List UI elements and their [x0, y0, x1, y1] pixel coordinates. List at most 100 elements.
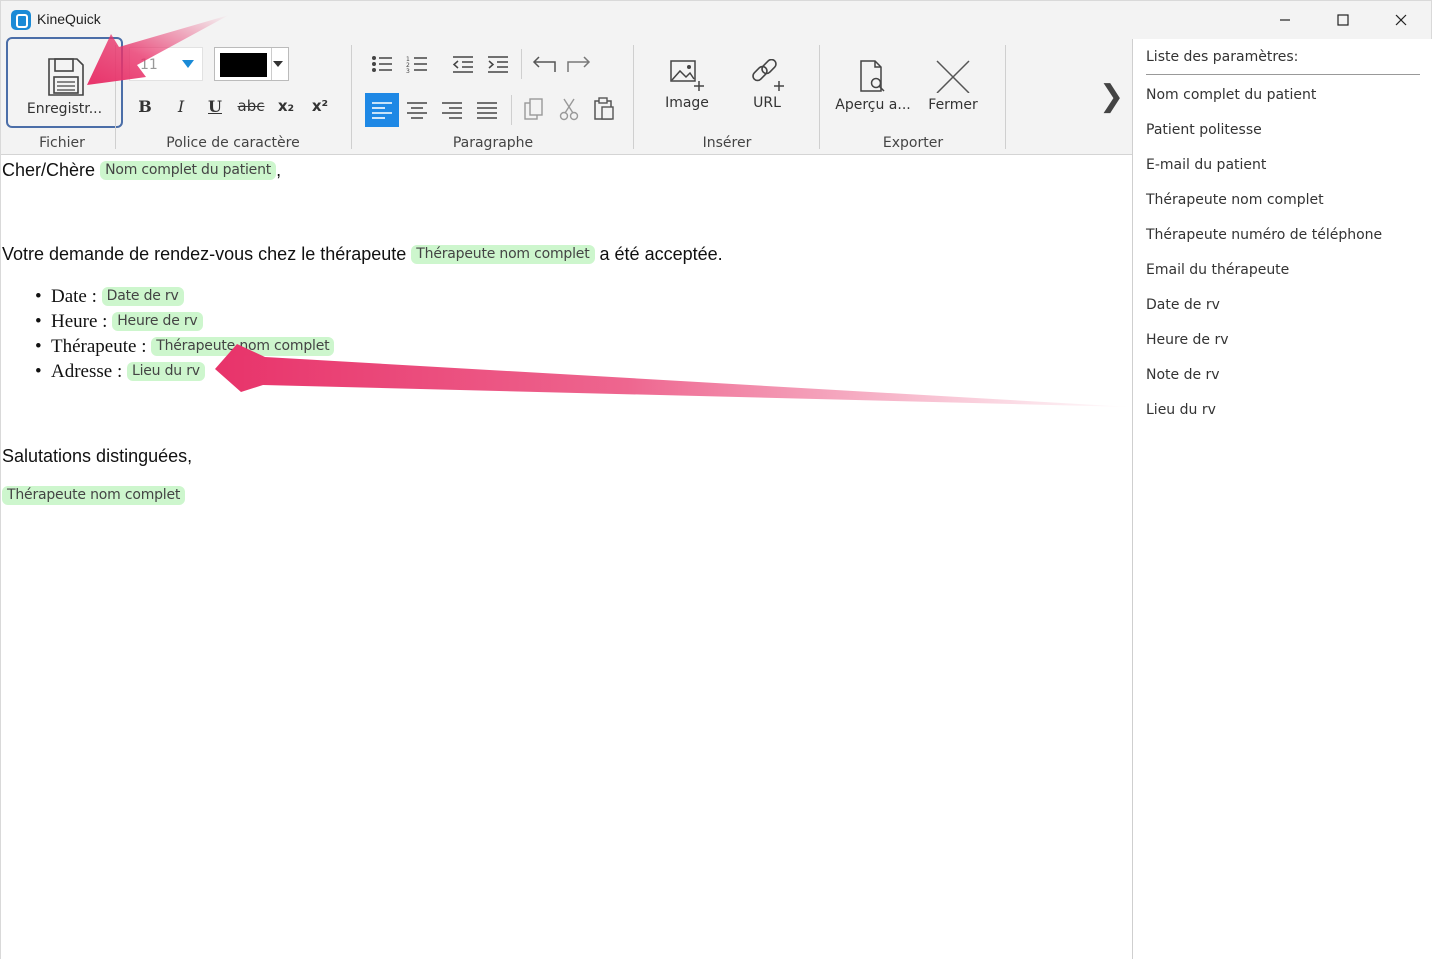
paragraph-signature: Thérapeute nom complet	[2, 485, 186, 506]
redo-icon	[567, 56, 591, 72]
param-item-patient-name[interactable]: Nom complet du patient	[1146, 87, 1316, 103]
param-item-patient-email[interactable]: E-mail du patient	[1146, 157, 1266, 173]
confirmation-text-after: a été acceptée.	[599, 244, 723, 264]
align-right-icon	[442, 102, 462, 119]
chevron-down-icon	[273, 61, 283, 67]
bullet-icon: •	[35, 336, 42, 357]
paragraph-greeting: Cher/Chère Nom complet du patient,	[2, 160, 281, 181]
minimize-button[interactable]	[1256, 1, 1314, 39]
param-tag[interactable]: Lieu du rv	[126, 362, 205, 381]
superscript-button[interactable]: x²	[305, 97, 335, 121]
close-window-button[interactable]	[1372, 1, 1430, 39]
parameters-panel: Liste des paramètres: Nom complet du pat…	[1132, 39, 1432, 959]
param-item-therapist-email[interactable]: Email du thérapeute	[1146, 262, 1289, 278]
list-item-label: Thérapeute :	[51, 336, 147, 357]
confirmation-text-before: Votre demande de rendez-vous chez le thé…	[2, 244, 407, 264]
chevron-down-icon	[182, 60, 194, 68]
param-item-therapist-phone[interactable]: Thérapeute numéro de téléphone	[1146, 227, 1382, 243]
list-item: • Thérapeute : Thérapeute nom complet	[35, 336, 335, 358]
align-justify-button[interactable]	[472, 95, 502, 125]
undo-button[interactable]	[529, 49, 559, 79]
greeting-text: Cher/Chère	[2, 160, 96, 180]
bold-button[interactable]: B	[130, 97, 160, 121]
paste-button[interactable]	[589, 94, 619, 124]
paragraph-closing: Salutations distinguées,	[2, 446, 193, 466]
outdent-icon	[452, 56, 473, 73]
group-label-insert: Insérer	[702, 135, 752, 151]
separator	[1005, 45, 1006, 149]
font-size-select[interactable]: 11	[129, 47, 203, 81]
link-icon	[752, 59, 784, 91]
increase-indent-button[interactable]	[483, 49, 513, 79]
numbered-list-icon: 123	[406, 56, 427, 73]
param-item-therapist-name[interactable]: Thérapeute nom complet	[1146, 192, 1324, 208]
strikethrough-button[interactable]: abc	[233, 97, 269, 121]
italic-button[interactable]: I	[166, 97, 196, 121]
ribbon-toolbar: Enregistr... Fichier 11 B I U abc x₂ x² …	[1, 37, 1132, 155]
align-left-icon	[372, 102, 392, 119]
copy-icon	[524, 98, 543, 120]
preview-button[interactable]: Aperçu a...	[833, 53, 913, 123]
close-document-label: Fermer	[928, 97, 978, 113]
separator	[351, 45, 352, 149]
paragraph-confirmation: Votre demande de rendez-vous chez le thé…	[2, 244, 723, 265]
maximize-icon	[1337, 14, 1349, 26]
param-tag[interactable]: Nom complet du patient	[100, 161, 277, 180]
undo-icon	[532, 56, 556, 72]
param-item-appointment-note[interactable]: Note de rv	[1146, 367, 1220, 383]
group-label-font: Police de caractère	[166, 135, 300, 151]
close-icon	[1395, 14, 1407, 26]
align-left-button[interactable]	[365, 93, 399, 127]
param-item-appointment-date[interactable]: Date de rv	[1146, 297, 1220, 313]
preview-label: Aperçu a...	[835, 97, 911, 113]
image-icon	[670, 60, 704, 91]
font-color-picker[interactable]	[214, 47, 289, 81]
clipboard-icon	[594, 97, 614, 120]
group-label-file: Fichier	[39, 135, 85, 151]
group-label-paragraph: Paragraphe	[452, 135, 534, 151]
ribbon-more-button[interactable]: ❯	[1099, 79, 1124, 114]
align-right-button[interactable]	[437, 95, 467, 125]
param-tag[interactable]: Heure de rv	[112, 312, 203, 331]
cut-button[interactable]	[554, 94, 584, 124]
param-tag[interactable]: Thérapeute nom complet	[2, 486, 186, 505]
print-preview-icon	[860, 60, 885, 92]
list-item: • Date : Date de rv	[35, 286, 184, 308]
greeting-end: ,	[276, 160, 282, 180]
decrease-indent-button[interactable]	[448, 49, 478, 79]
bullet-list-icon	[372, 56, 392, 72]
save-button[interactable]: Enregistr...	[6, 37, 123, 128]
subscript-button[interactable]: x₂	[271, 97, 301, 121]
param-tag[interactable]: Date de rv	[101, 287, 184, 306]
param-item-appointment-location[interactable]: Lieu du rv	[1146, 402, 1216, 418]
list-item-label: Heure :	[51, 311, 108, 332]
document-editor[interactable]: Cher/Chère Nom complet du patient, Votre…	[1, 156, 1132, 959]
align-justify-icon	[477, 102, 497, 119]
insert-image-button[interactable]: Image	[647, 53, 727, 123]
param-tag[interactable]: Thérapeute nom complet	[411, 245, 595, 264]
numbered-list-button[interactable]: 123	[402, 49, 432, 79]
param-item-appointment-time[interactable]: Heure de rv	[1146, 332, 1229, 348]
close-document-button[interactable]: Fermer	[913, 53, 993, 123]
app-window: KineQuick Enregistr... Fichier 11 B I U …	[0, 0, 1432, 959]
floppy-disk-icon	[47, 58, 84, 96]
maximize-button[interactable]	[1314, 1, 1372, 39]
minimize-icon	[1280, 19, 1290, 21]
app-logo-icon	[11, 10, 31, 30]
svg-text:3: 3	[406, 68, 410, 73]
close-icon	[936, 60, 970, 93]
separator	[115, 45, 116, 149]
redo-button[interactable]	[564, 49, 594, 79]
list-item: • Adresse : Lieu du rv	[35, 361, 205, 383]
panel-title: Liste des paramètres:	[1146, 49, 1299, 65]
insert-image-label: Image	[665, 95, 709, 111]
param-item-patient-politeness[interactable]: Patient politesse	[1146, 122, 1262, 138]
param-tag[interactable]: Thérapeute nom complet	[151, 337, 335, 356]
insert-url-button[interactable]: URL	[727, 53, 807, 123]
bullet-icon: •	[35, 286, 42, 307]
indent-icon	[488, 56, 508, 73]
copy-button[interactable]	[519, 94, 549, 124]
bullet-list-button[interactable]	[367, 49, 397, 79]
align-center-button[interactable]	[402, 95, 432, 125]
underline-button[interactable]: U	[200, 97, 230, 121]
